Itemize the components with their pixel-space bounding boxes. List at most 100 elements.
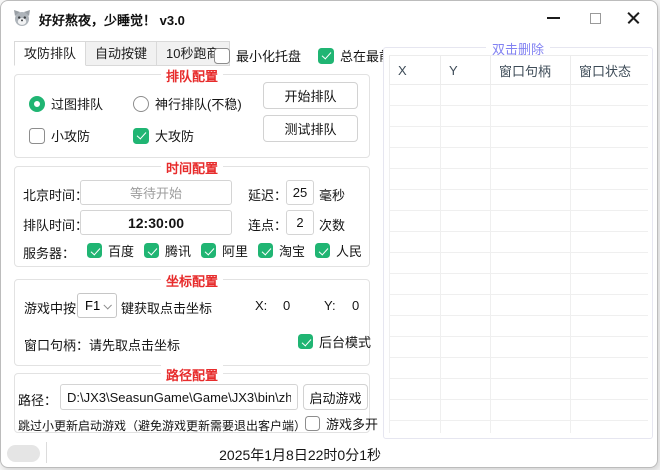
- radio-icon[interactable]: [133, 96, 149, 112]
- server-taobao-checkbox[interactable]: 淘宝: [258, 241, 305, 260]
- maximize-button[interactable]: [579, 7, 611, 29]
- table-row[interactable]: [390, 190, 649, 211]
- path-config-group: 路径配置 路径： 启动游戏 跳过小更新启动游戏（避免游戏更新需要退出客户端） 游…: [14, 373, 370, 433]
- table-row[interactable]: [390, 232, 649, 253]
- click-count-field[interactable]: [286, 210, 314, 235]
- beijing-time-field[interactable]: [80, 180, 232, 205]
- checkbox-icon[interactable]: [298, 334, 313, 349]
- queue-config-title: 排队配置: [161, 66, 223, 85]
- table-header-row: X Y 窗口句柄 窗口状态: [390, 56, 649, 85]
- coord-config-group: 坐标配置 游戏中按 F1 键获取点击坐标 X: 0 Y: 0 窗口句柄：请先取点…: [14, 279, 370, 366]
- handle-list-group: 双击删除 X Y 窗口句柄 窗口状态: [383, 47, 653, 439]
- map-queue-label: 过图排队: [51, 94, 103, 113]
- hotkey-suffix-label: 键获取点击坐标: [121, 298, 212, 317]
- topbar-options: 最小化托盘 总在最前: [214, 46, 392, 65]
- server-ali-label: 阿里: [222, 241, 248, 260]
- start-queue-button[interactable]: 开始排队: [263, 82, 358, 109]
- tab-attack-defense-queue[interactable]: 攻防排队: [14, 41, 86, 66]
- minimize-to-tray-checkbox[interactable]: 最小化托盘: [214, 46, 301, 65]
- checkbox-icon[interactable]: [214, 48, 230, 64]
- checkbox-icon[interactable]: [201, 243, 216, 258]
- radio-icon[interactable]: [29, 96, 45, 112]
- test-queue-button[interactable]: 测试排队: [263, 115, 358, 142]
- time-config-title: 时间配置: [161, 158, 223, 177]
- server-renmin-checkbox[interactable]: 人民: [315, 241, 362, 260]
- minimize-to-tray-label: 最小化托盘: [236, 46, 301, 65]
- server-ali-checkbox[interactable]: 阿里: [201, 241, 248, 260]
- column-header-y: Y: [441, 56, 491, 85]
- maximize-icon: [590, 13, 601, 24]
- table-row[interactable]: [390, 85, 649, 106]
- tab-bar: 攻防排队 自动按键 10秒跑商: [14, 41, 230, 66]
- delay-field[interactable]: [286, 180, 314, 205]
- hotkey-value: F1: [85, 298, 100, 313]
- table-row[interactable]: [390, 379, 649, 400]
- time-config-group: 时间配置 北京时间： 延迟： 毫秒 排队时间： 连点： 次数 服务器： 百度 腾…: [14, 166, 370, 267]
- delay-label: 延迟：: [248, 185, 287, 204]
- coord-x-label: X:: [255, 298, 267, 313]
- minimize-icon: [547, 17, 560, 19]
- click-count-label: 连点：: [248, 215, 287, 234]
- checkbox-icon[interactable]: [315, 243, 330, 258]
- status-indicator: [7, 445, 40, 462]
- launch-game-button[interactable]: 启动游戏: [303, 384, 368, 410]
- big-attack-checkbox[interactable]: 大攻防: [133, 126, 194, 145]
- checkbox-icon[interactable]: [144, 243, 159, 258]
- queue-time-field[interactable]: [80, 210, 232, 235]
- close-button[interactable]: [617, 7, 649, 29]
- checkbox-icon[interactable]: [258, 243, 273, 258]
- table-row[interactable]: [390, 127, 649, 148]
- table-row[interactable]: [390, 295, 649, 316]
- beijing-time-label: 北京时间：: [23, 185, 88, 204]
- delay-unit-label: 毫秒: [319, 185, 345, 204]
- tab-auto-key[interactable]: 自动按键: [86, 41, 157, 66]
- minimize-button[interactable]: [537, 7, 569, 29]
- table-row[interactable]: [390, 316, 649, 337]
- window-title: 好好熬夜，少睡觉！ v3.0: [39, 10, 185, 29]
- table-row[interactable]: [390, 358, 649, 379]
- always-on-top-checkbox[interactable]: 总在最前: [318, 46, 392, 65]
- multi-open-checkbox[interactable]: 游戏多开: [305, 414, 378, 433]
- game-path-field[interactable]: [60, 384, 298, 410]
- server-baidu-checkbox[interactable]: 百度: [87, 241, 134, 260]
- table-row[interactable]: [390, 211, 649, 232]
- table-row[interactable]: [390, 421, 649, 434]
- checkbox-icon[interactable]: [133, 128, 149, 144]
- window-handle-hint: 窗口句柄：请先取点击坐标: [24, 335, 180, 354]
- checkbox-icon[interactable]: [305, 416, 320, 431]
- coord-x-value: 0: [283, 298, 290, 313]
- titlebar[interactable]: 好好熬夜，少睡觉！ v3.0: [1, 1, 657, 35]
- column-header-x: X: [390, 56, 441, 85]
- table-row[interactable]: [390, 169, 649, 190]
- shenxing-queue-label: 神行排队(不稳): [155, 94, 242, 113]
- checkbox-icon[interactable]: [87, 243, 102, 258]
- table-row[interactable]: [390, 253, 649, 274]
- click-unit-label: 次数: [319, 215, 345, 234]
- handle-table: X Y 窗口句柄 窗口状态: [389, 55, 648, 433]
- server-tencent-checkbox[interactable]: 腾讯: [144, 241, 191, 260]
- checkbox-icon[interactable]: [318, 48, 334, 64]
- shenxing-queue-radio[interactable]: 神行排队(不稳): [133, 94, 242, 113]
- queue-config-group: 排队配置 过图排队 神行排队(不稳) 小攻防 大攻防 开始排队 测试排队: [14, 74, 370, 158]
- checkbox-icon[interactable]: [29, 128, 45, 144]
- server-taobao-label: 淘宝: [279, 241, 305, 260]
- hotkey-prefix-label: 游戏中按: [24, 298, 76, 317]
- map-queue-radio[interactable]: 过图排队: [29, 94, 103, 113]
- small-attack-checkbox[interactable]: 小攻防: [29, 126, 90, 145]
- column-header-window-status: 窗口状态: [571, 56, 649, 85]
- server-tencent-label: 腾讯: [165, 241, 191, 260]
- table-row[interactable]: [390, 148, 649, 169]
- path-label: 路径：: [18, 390, 57, 409]
- hotkey-select[interactable]: F1: [77, 293, 117, 318]
- column-header-window-handle: 窗口句柄: [491, 56, 571, 85]
- handle-table-wrap[interactable]: X Y 窗口句柄 窗口状态: [389, 55, 648, 433]
- chevron-down-icon: [103, 301, 111, 309]
- table-row[interactable]: [390, 400, 649, 421]
- coord-y-value: 0: [352, 298, 359, 313]
- queue-time-label: 排队时间：: [23, 215, 88, 234]
- table-row[interactable]: [390, 274, 649, 295]
- table-row[interactable]: [390, 337, 649, 358]
- small-attack-label: 小攻防: [51, 126, 90, 145]
- table-row[interactable]: [390, 106, 649, 127]
- background-mode-checkbox[interactable]: 后台模式: [298, 332, 371, 351]
